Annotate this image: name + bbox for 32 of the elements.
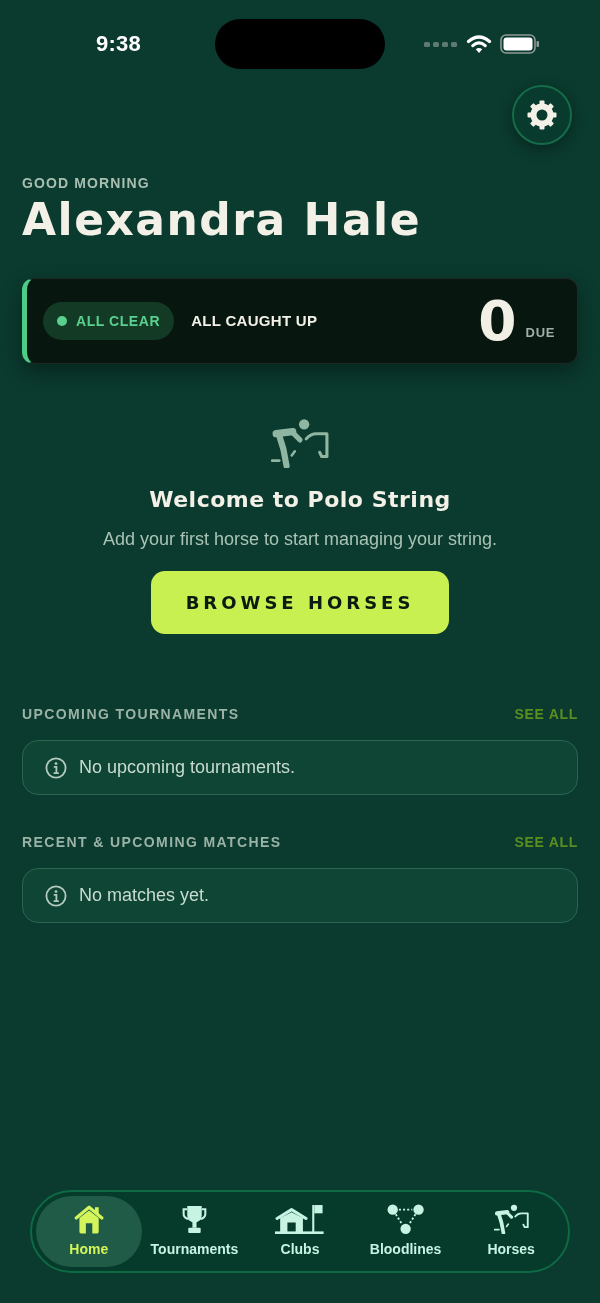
welcome-title: Welcome to Polo String — [149, 486, 451, 514]
tab-bar-item[interactable]: Clubs — [247, 1196, 353, 1267]
status-message: ALL CAUGHT UP — [191, 310, 318, 331]
horse-rider-icon — [493, 1203, 529, 1234]
status-time: 9:38 — [95, 31, 142, 57]
house-icon — [72, 1203, 105, 1234]
due-label: DUE — [525, 324, 555, 342]
empty-state-text: No upcoming tournaments. — [79, 756, 296, 779]
settings-icon — [526, 99, 558, 131]
wifi-icon — [465, 34, 492, 54]
connected-dots-icon — [386, 1203, 425, 1234]
empty-state-text: No matches yet. — [79, 884, 210, 907]
section-title: UPCOMING TOURNAMENTS — [22, 705, 240, 724]
tab-bar-item[interactable]: Home — [36, 1196, 142, 1267]
info-icon — [45, 756, 67, 779]
tab-bar-item[interactable]: Tournaments — [141, 1196, 248, 1267]
due-count: 0 — [478, 293, 517, 349]
welcome-subtitle: Add your first horse to start managing your string. — [102, 528, 498, 551]
battery-icon — [499, 34, 540, 54]
section-title: RECENT & UPCOMING MATCHES — [22, 833, 282, 852]
browse-horses-button[interactable]: BROWSE HORSES — [151, 571, 449, 634]
user-name: Alexandra Hale — [22, 196, 423, 244]
signal-icon — [423, 40, 458, 48]
clubhouse-flag-icon — [275, 1203, 325, 1234]
greeting-text: GOOD MORNING — [22, 174, 151, 192]
status-dot-icon — [57, 316, 67, 326]
horse-rider-icon — [271, 418, 329, 468]
status-label: ALL CLEAR — [76, 311, 161, 331]
tab-bar-item[interactable]: Horses — [458, 1196, 564, 1267]
info-icon — [45, 884, 67, 907]
tab-bar-item[interactable]: Bloodlines — [352, 1196, 459, 1267]
settings-button[interactable] — [512, 85, 572, 145]
